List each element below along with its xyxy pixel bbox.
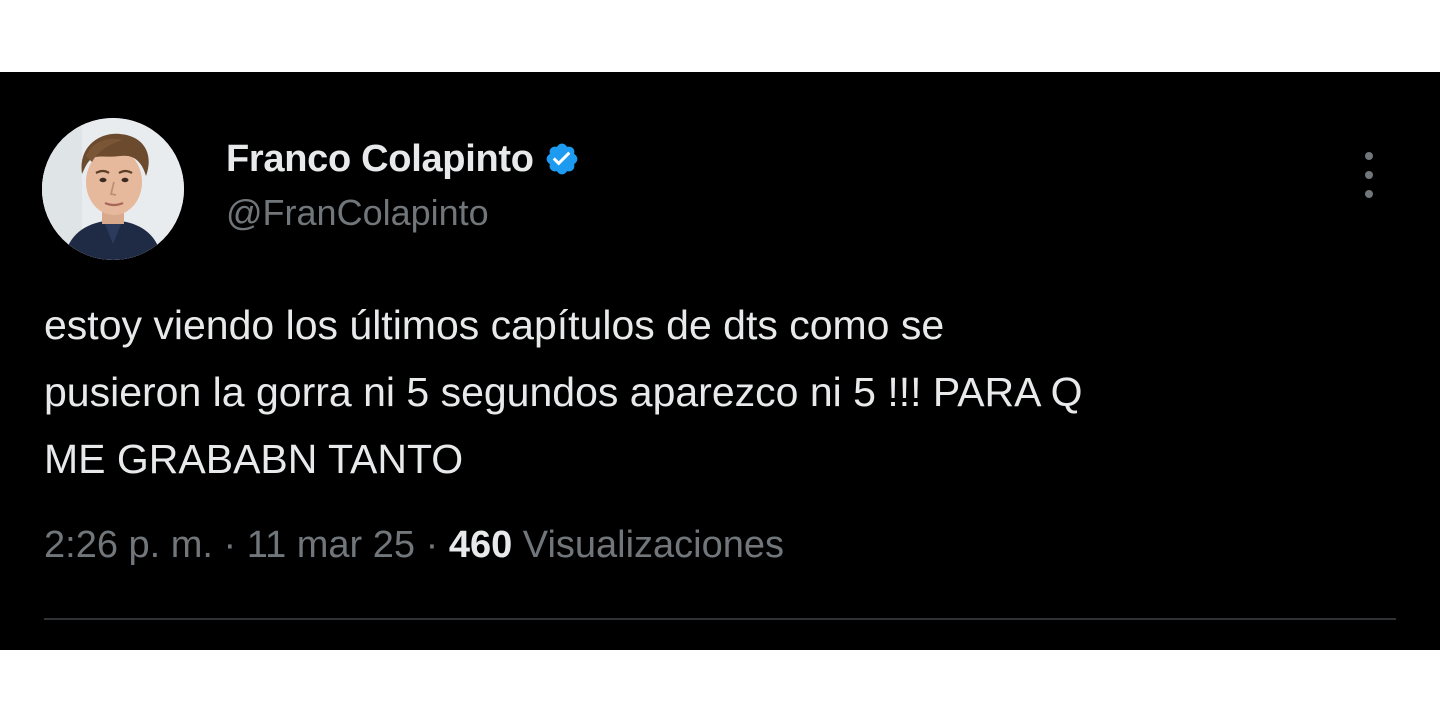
views-label[interactable]: Visualizaciones <box>512 524 784 567</box>
more-options-icon[interactable] <box>1352 150 1386 200</box>
meta-separator: · <box>212 524 247 566</box>
tweet-metadata: 2:26 p. m. · 11 mar 25 · 460 Visualizaci… <box>44 524 784 567</box>
more-dot <box>1365 171 1373 179</box>
avatar[interactable] <box>42 118 184 260</box>
author-display-name[interactable]: Franco Colapinto <box>226 138 534 181</box>
tweet-text-line: pusieron la gorra ni 5 segundos aparezco… <box>44 369 1083 415</box>
tweet-date[interactable]: 11 mar 25 <box>247 524 415 567</box>
tweet-text-line: estoy viendo los últimos capítulos de dt… <box>44 302 945 348</box>
more-dot <box>1365 152 1373 160</box>
divider <box>44 618 1396 620</box>
avatar-image <box>42 118 184 260</box>
tweet-text: estoy viendo los últimos capítulos de dt… <box>44 292 1414 493</box>
views-count[interactable]: 460 <box>449 524 512 567</box>
tweet-text-line: ME GRABABN TANTO <box>44 436 464 482</box>
page: Franco Colapinto @FranColapinto estoy vi… <box>0 0 1440 720</box>
author-handle[interactable]: @FranColapinto <box>226 192 489 234</box>
more-dot <box>1365 190 1373 198</box>
verified-badge-icon <box>544 141 580 177</box>
author-name-row: Franco Colapinto <box>226 136 580 182</box>
tweet-time[interactable]: 2:26 p. m. <box>44 524 213 567</box>
tweet-card: Franco Colapinto @FranColapinto estoy vi… <box>0 72 1440 650</box>
meta-separator: · <box>415 524 449 566</box>
